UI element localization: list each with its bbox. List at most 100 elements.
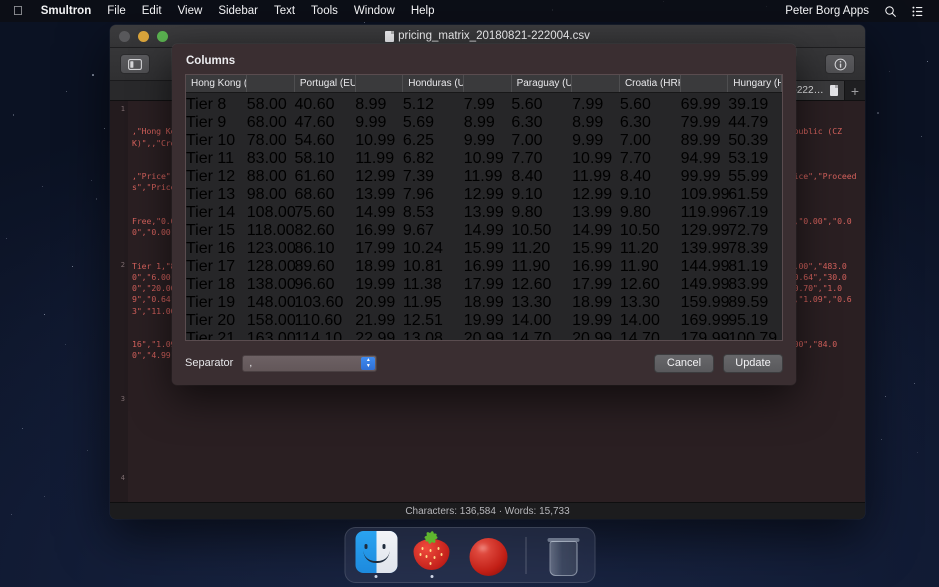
table-cell: 17.99: [572, 276, 620, 294]
table-cell: 9.99: [572, 132, 620, 150]
menu-item-window[interactable]: Window: [346, 0, 403, 22]
menu-item-tools[interactable]: Tools: [303, 0, 346, 22]
columns-table-scroll-area[interactable]: Tier 753.0037.107.994.556.994.906.994.90…: [186, 91, 782, 340]
column-header[interactable]: Croatia (HRK): [619, 75, 680, 93]
table-cell: 11.38: [403, 276, 464, 294]
finder-icon: [355, 531, 397, 573]
table-cell: 11.99: [464, 168, 512, 186]
table-cell: Tier 9: [186, 114, 247, 132]
menu-bar:  Smultron File Edit View Sidebar Text T…: [0, 0, 939, 22]
table-cell: 16.99: [572, 258, 620, 276]
line-number: 4: [110, 473, 125, 484]
trash-icon: [542, 536, 584, 578]
table-cell: 14.00: [511, 312, 572, 330]
table-row[interactable]: Tier 1288.0061.6012.997.3911.998.4011.99…: [186, 168, 782, 186]
sidebar-toggle-icon[interactable]: [120, 54, 150, 74]
separator-select[interactable]: , ▲▼: [242, 355, 377, 372]
menu-item-smultron[interactable]: Smultron: [33, 0, 99, 22]
table-cell: 14.70: [620, 330, 681, 340]
table-row[interactable]: Tier 1183.0058.1011.996.8210.997.7010.99…: [186, 150, 782, 168]
column-header[interactable]: Paraguay (USD): [511, 75, 572, 93]
apple-logo-icon[interactable]: : [13, 4, 23, 17]
control-center-icon[interactable]: [904, 5, 931, 18]
table-cell: 78.00: [247, 132, 295, 150]
table-row[interactable]: Tier 1398.0068.6013.997.9612.999.1012.99…: [186, 186, 782, 204]
table-row[interactable]: Tier 20158.00110.6021.9912.5119.9914.001…: [186, 312, 782, 330]
table-row[interactable]: Tier 21163.00114.1022.9913.0820.9914.702…: [186, 330, 782, 340]
running-indicator: [375, 575, 378, 578]
table-cell: 19.99: [464, 312, 512, 330]
dock-item-smultron[interactable]: [410, 531, 454, 578]
table-cell: 15.99: [464, 240, 512, 258]
table-cell: 18.99: [572, 294, 620, 312]
table-cell: 6.30: [620, 114, 681, 132]
column-header[interactable]: [355, 75, 403, 93]
table-cell: Tier 13: [186, 186, 247, 204]
chevron-updown-icon[interactable]: ▲▼: [361, 357, 375, 370]
minimize-button[interactable]: [138, 31, 149, 42]
table-cell: 10.50: [620, 222, 681, 240]
table-cell: 40.60: [294, 96, 355, 114]
table-cell: 7.39: [403, 168, 464, 186]
info-icon[interactable]: [825, 54, 855, 74]
close-button[interactable]: [119, 31, 130, 42]
table-cell: 19.99: [355, 276, 403, 294]
table-cell: 9.10: [620, 186, 681, 204]
table-row[interactable]: Tier 15118.0082.6016.999.6714.9910.5014.…: [186, 222, 782, 240]
columns-table-body: Tier 753.0037.107.994.556.994.906.994.90…: [186, 91, 782, 340]
column-header[interactable]: Honduras (USD): [403, 75, 464, 93]
table-row[interactable]: Tier 858.0040.608.995.127.995.607.995.60…: [186, 96, 782, 114]
cancel-button[interactable]: Cancel: [654, 354, 714, 373]
dock-item-finder[interactable]: [354, 531, 398, 578]
strawberry-icon: [411, 531, 453, 573]
table-row[interactable]: Tier 18138.0096.6019.9911.3817.9912.6017…: [186, 276, 782, 294]
search-icon[interactable]: [877, 5, 904, 18]
table-row[interactable]: Tier 17128.0089.6018.9910.8116.9911.9016…: [186, 258, 782, 276]
column-header[interactable]: [463, 75, 511, 93]
table-row[interactable]: Tier 14108.0075.6014.998.5313.999.8013.9…: [186, 204, 782, 222]
update-button[interactable]: Update: [723, 354, 783, 373]
column-header[interactable]: [572, 75, 620, 93]
line-number-gutter: 1 2 3 4: [110, 101, 128, 502]
menu-item-file[interactable]: File: [99, 0, 134, 22]
table-cell: Tier 14: [186, 204, 247, 222]
csv-file-icon: [830, 85, 838, 96]
new-tab-button[interactable]: +: [845, 81, 865, 100]
dock-item-tomato[interactable]: [466, 536, 510, 578]
menu-bar-account[interactable]: Peter Borg Apps: [777, 0, 877, 22]
table-row[interactable]: Tier 16123.0086.1017.9910.2415.9911.2015…: [186, 240, 782, 258]
column-header[interactable]: [680, 75, 728, 93]
table-cell: 89.59: [728, 294, 782, 312]
menu-item-edit[interactable]: Edit: [134, 0, 170, 22]
table-cell: 10.99: [464, 150, 512, 168]
table-cell: 68.60: [294, 186, 355, 204]
column-header[interactable]: Hong Kong (HKD): [186, 75, 247, 93]
columns-table-head: Hong Kong (HKD) Portugal (EUR) Honduras (U…: [186, 75, 782, 93]
column-header[interactable]: Hungary (HU: [728, 75, 782, 93]
menu-item-sidebar[interactable]: Sidebar: [210, 0, 266, 22]
table-row[interactable]: Tier 19148.00103.6020.9911.9518.9913.301…: [186, 294, 782, 312]
table-row[interactable]: Tier 1078.0054.6010.996.259.997.009.997.…: [186, 132, 782, 150]
table-cell: 89.60: [294, 258, 355, 276]
table-cell: 13.99: [464, 204, 512, 222]
table-cell: 5.60: [620, 96, 681, 114]
table-cell: 8.99: [572, 114, 620, 132]
menu-item-help[interactable]: Help: [403, 0, 443, 22]
menu-item-view[interactable]: View: [170, 0, 211, 22]
menu-item-text[interactable]: Text: [266, 0, 303, 22]
table-row[interactable]: Tier 968.0047.609.995.698.996.308.996.30…: [186, 114, 782, 132]
line-number: 1: [110, 104, 125, 115]
column-header[interactable]: Portugal (EUR): [294, 75, 355, 93]
table-cell: Tier 16: [186, 240, 247, 258]
smultron-window: pricing_matrix_20180821-222004.csv index…: [110, 25, 865, 519]
table-cell: 68.00: [247, 114, 295, 132]
table-cell: 20.99: [572, 330, 620, 340]
columns-table-container[interactable]: Hong Kong (HKD) Portugal (EUR) Honduras (U…: [185, 74, 783, 341]
table-cell: 17.99: [355, 240, 403, 258]
dock-item-trash[interactable]: [541, 536, 585, 578]
column-header[interactable]: [247, 75, 295, 93]
table-cell: 53.19: [728, 150, 782, 168]
columns-sheet-dialog: Columns Hong Kong (HKD)Portugal (EUR)Hon…: [172, 44, 796, 385]
table-cell: 19.99: [572, 312, 620, 330]
zoom-button[interactable]: [157, 31, 168, 42]
